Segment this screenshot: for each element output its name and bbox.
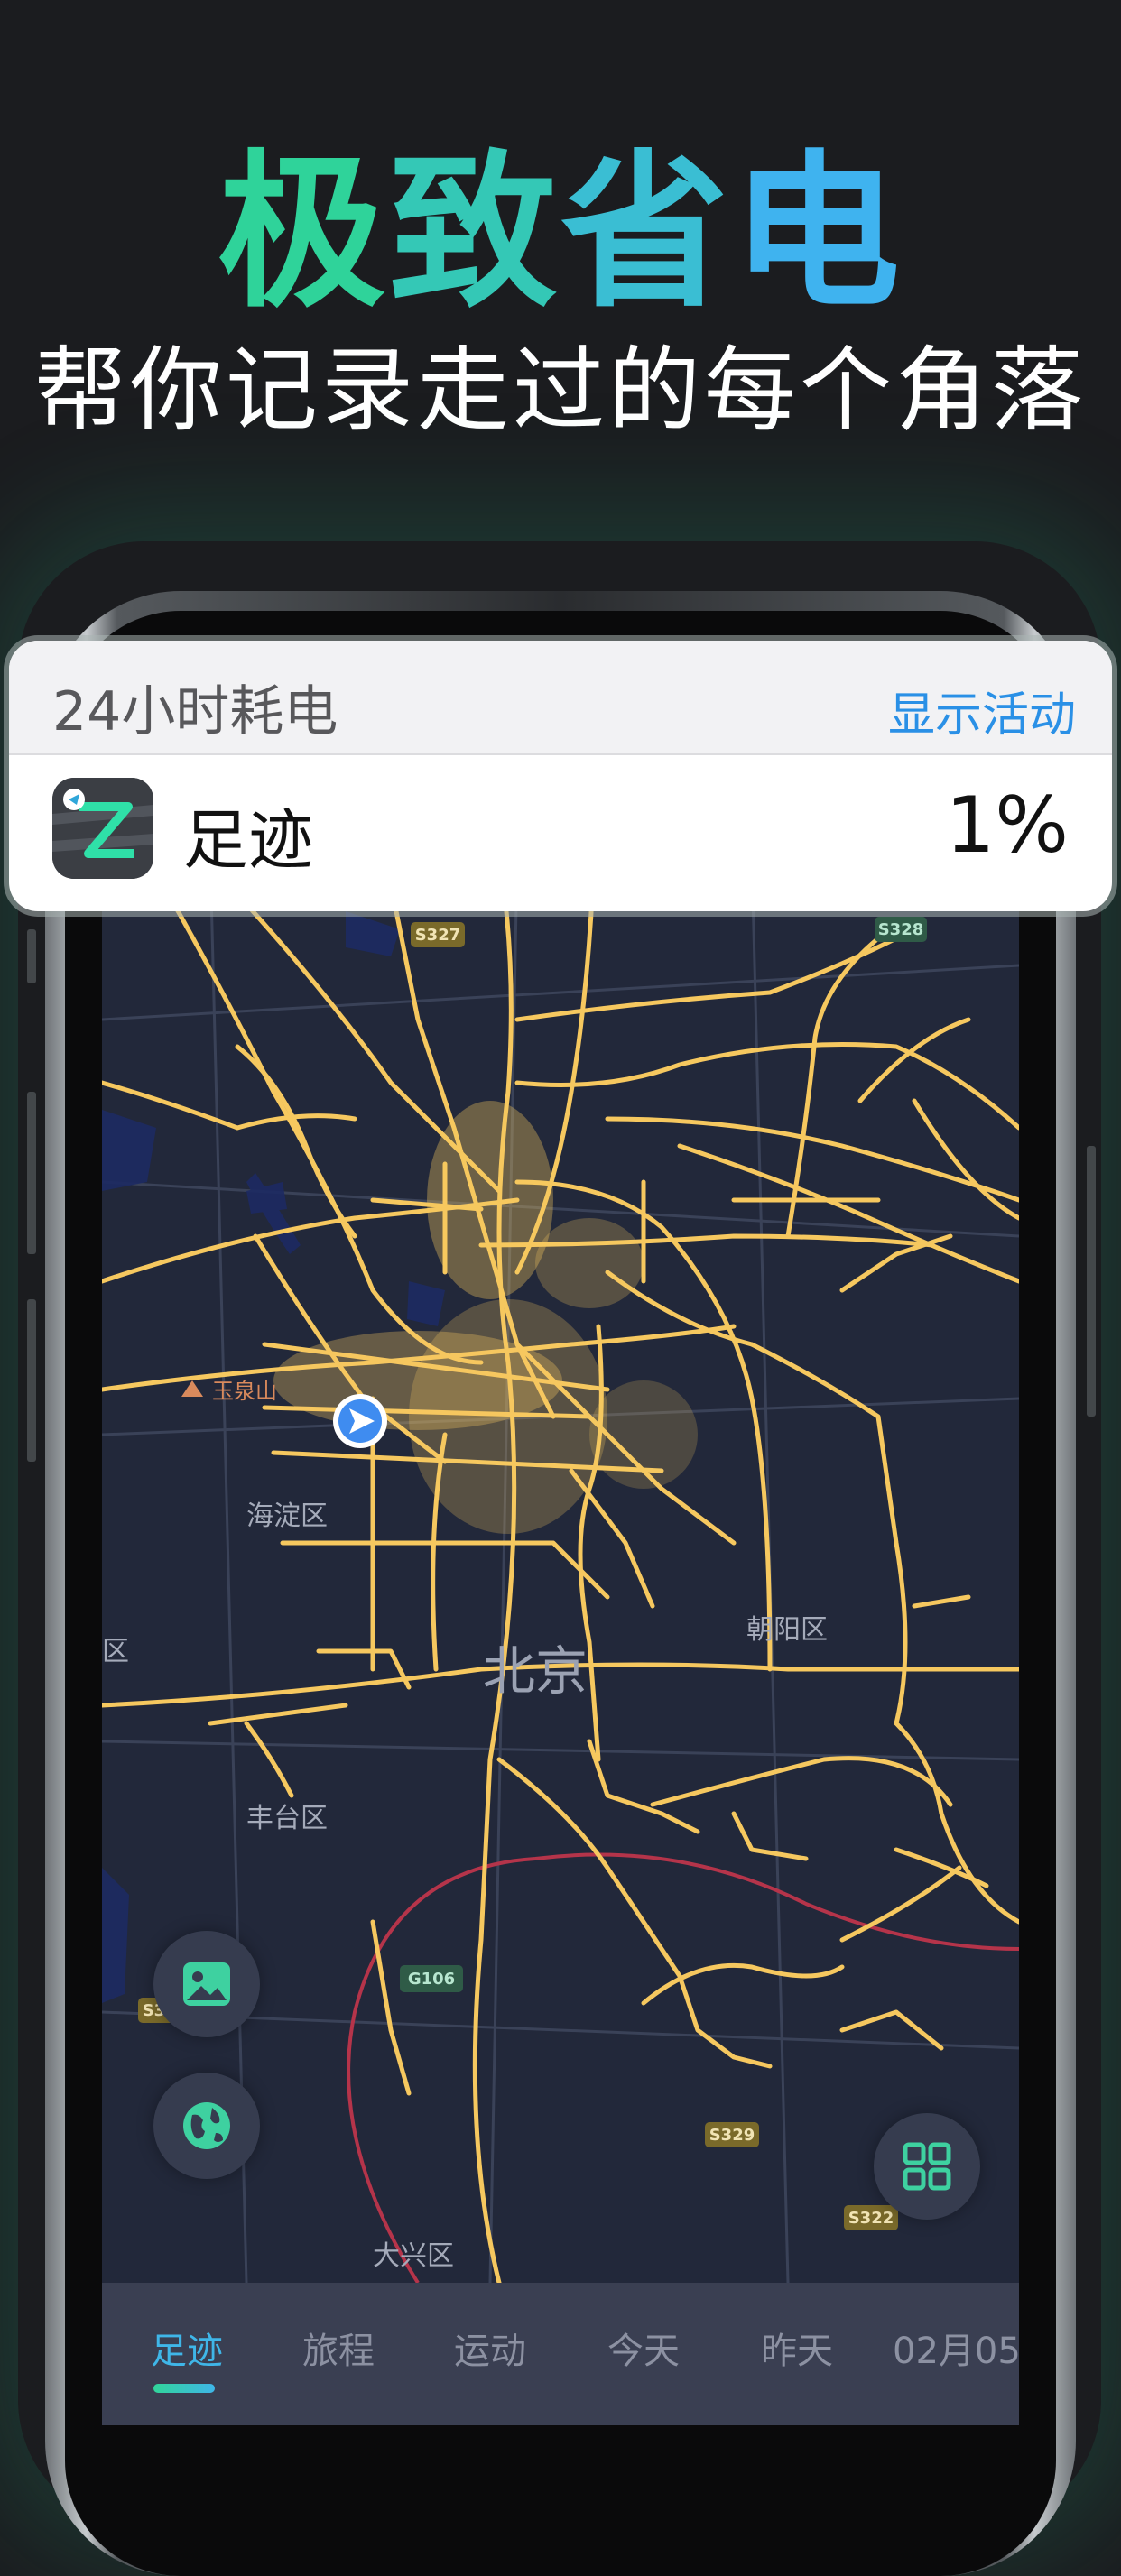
road-shield: S328: [875, 917, 927, 942]
footprint-map[interactable]: S327 S328 G106 S315 S329 S322: [102, 857, 1019, 2283]
image-icon: [183, 1962, 230, 2006]
gallery-button[interactable]: [153, 1931, 260, 2037]
tab-sport[interactable]: 运动: [454, 2283, 526, 2425]
grid-button[interactable]: [874, 2113, 980, 2220]
poi-label: 玉泉山: [212, 1379, 277, 1404]
tab-today[interactable]: 今天: [607, 2283, 680, 2425]
battery-usage-widget: 24小时耗电 显示活动 足迹 1%: [9, 641, 1112, 911]
district-label: 朝阳区: [746, 1614, 828, 1646]
road-shield: G106: [400, 1965, 463, 1992]
widget-title: 24小时耗电: [52, 680, 338, 743]
district-label: 丰台区: [246, 1803, 328, 1834]
road-shield-label: S322: [848, 2209, 894, 2228]
globe-button[interactable]: [153, 2073, 260, 2179]
zuji-app-icon: [52, 778, 153, 879]
road-shield: S322: [844, 2205, 898, 2230]
headline-char: 省: [560, 134, 733, 330]
current-location-marker[interactable]: [333, 1394, 387, 1448]
road-shield-label: G106: [408, 1970, 455, 1989]
phone-side-button: [27, 1299, 36, 1462]
widget-app-name: 足迹: [183, 802, 314, 878]
headline-char: 致: [388, 134, 560, 330]
phone-side-button: [27, 929, 36, 983]
active-tab-indicator: [153, 2384, 215, 2393]
headline-char: 极: [217, 134, 389, 330]
district-label: 海淀区: [246, 1500, 328, 1532]
bottom-tab-bar: 足迹 旅程 运动 今天 昨天 02月05日: [102, 2283, 1019, 2425]
subheadline: 帮你记录走过的每个角落: [34, 337, 1087, 445]
tab-date[interactable]: 02月05日: [893, 2283, 1019, 2425]
road-shield-label: S328: [878, 920, 924, 939]
grid-icon: [903, 2142, 951, 2191]
road-shield: S329: [705, 2122, 759, 2147]
district-label: 大兴区: [373, 2240, 454, 2272]
phone-screen: S327 S328 G106 S315 S329 S322: [102, 857, 1019, 2425]
tab-journey[interactable]: 旅程: [302, 2283, 375, 2425]
headline: 极致省电: [0, 149, 1121, 317]
road-shield-label: S329: [709, 2126, 755, 2145]
road-shield: S327: [411, 922, 465, 947]
globe-icon: [183, 2102, 230, 2149]
phone-side-button: [1087, 1146, 1096, 1417]
battery-usage-value: 1%: [945, 780, 1069, 871]
tab-footprint[interactable]: 足迹: [151, 2283, 223, 2425]
widget-header: 24小时耗电 显示活动: [9, 641, 1112, 755]
phone-side-button: [27, 1092, 36, 1254]
tab-yesterday[interactable]: 昨天: [761, 2283, 833, 2425]
headline-char: 电: [732, 134, 904, 330]
district-label: 区: [102, 1636, 129, 1667]
city-label: 北京: [483, 1640, 588, 1702]
road-shield-label: S327: [415, 926, 461, 945]
show-activity-link[interactable]: 显示活动: [888, 677, 1076, 744]
